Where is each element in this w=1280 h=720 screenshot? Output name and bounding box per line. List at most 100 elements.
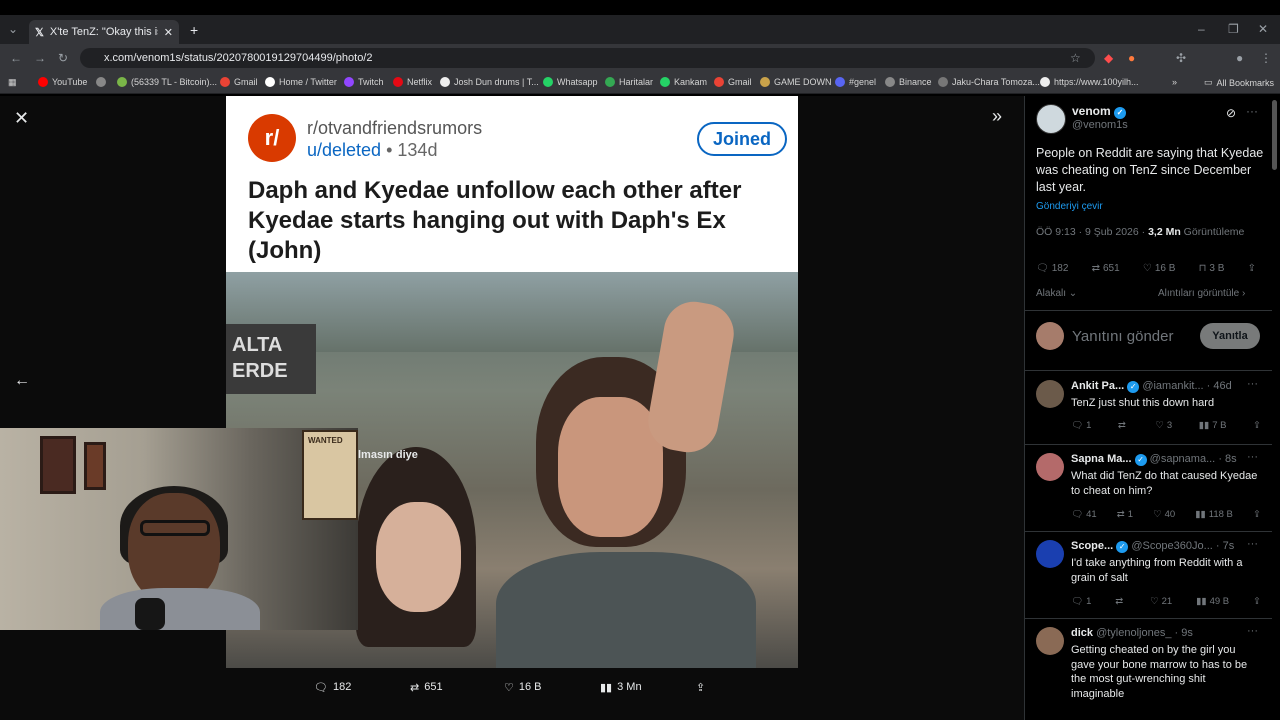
media-reply-button[interactable]: 🗨 182 — [314, 681, 351, 694]
reply-button[interactable]: 🗨 182 — [1036, 263, 1068, 274]
reply-views[interactable]: ▮▮ 7 B — [1199, 420, 1227, 431]
close-window-icon[interactable]: ✕ — [1258, 22, 1268, 36]
reply-avatar[interactable] — [1036, 627, 1064, 655]
reply-item[interactable]: Scope... ✓ @Scope360Jo... · 7s ··· I'd t… — [1036, 538, 1261, 612]
reply-submit-button[interactable]: Yanıtla — [1200, 323, 1260, 349]
extensions-icon[interactable]: ✣ — [1176, 51, 1186, 65]
reload-icon[interactable]: ↻ — [58, 51, 68, 65]
reply-reply-button[interactable]: 🗨 41 — [1071, 509, 1097, 520]
bookmark-globe[interactable] — [96, 77, 106, 87]
extension-icon[interactable]: ◆ — [1104, 51, 1113, 65]
panel-scrollbar[interactable] — [1272, 100, 1277, 170]
reply-handle: @iamankit... — [1142, 380, 1204, 392]
browser-tab[interactable]: 𝕏 X'te TenZ: "Okay this is genuine ✕ — [29, 20, 179, 44]
my-avatar — [1036, 322, 1064, 350]
reply-share-button[interactable]: ⇪ — [1253, 596, 1261, 607]
maximize-icon[interactable]: ❐ — [1228, 22, 1239, 36]
reply-avatar[interactable] — [1036, 453, 1064, 481]
bookmark-youtube[interactable]: YouTube — [38, 77, 87, 87]
back-icon[interactable]: ← — [10, 51, 22, 65]
reply-share-button[interactable]: ⇪ — [1253, 509, 1261, 520]
close-tab-icon[interactable]: ✕ — [164, 26, 173, 39]
author-name: venom — [1072, 104, 1111, 118]
bookmark-josh-dun[interactable]: Josh Dun drums | T... — [440, 77, 539, 87]
like-button[interactable]: ♡ 16 B — [1143, 263, 1176, 274]
bookmark-100yil[interactable]: https://www.100yilh... — [1040, 77, 1139, 87]
repost-button[interactable]: ⇄ 651 — [1092, 263, 1120, 274]
reply-handle: @tylenoljones_ — [1096, 627, 1172, 639]
url-bar[interactable]: x.com/venom1s/status/2020780019129704499… — [80, 48, 1095, 68]
reply-more-icon[interactable]: ··· — [1247, 538, 1258, 550]
post-text: People on Reddit are saying that Kyedae … — [1036, 146, 1264, 194]
bookmark-star-icon[interactable]: ☆ — [1070, 51, 1081, 65]
bookmark-binance[interactable]: Binance — [885, 77, 932, 87]
bookmark-game-down[interactable]: GAME DOWN — [760, 77, 832, 87]
close-media-icon[interactable]: ✕ — [14, 108, 29, 129]
reply-author: Scope... — [1071, 540, 1114, 552]
reply-like-button[interactable]: ♡ 21 — [1150, 596, 1172, 607]
reply-author: dick — [1071, 627, 1094, 639]
bookmark-genel[interactable]: #genel — [835, 77, 876, 87]
profile-avatar-icon[interactable]: ● — [1236, 51, 1243, 65]
reply-avatar[interactable] — [1036, 540, 1064, 568]
bookmark-gmail[interactable]: Gmail — [220, 77, 258, 87]
grok-icon[interactable]: ⊘ — [1226, 106, 1236, 120]
bookmark-bitcoin[interactable]: (56339 TL - Bitcoin)... — [117, 77, 217, 87]
extension-icon-2[interactable]: ● — [1128, 51, 1135, 65]
bookmark-jaku-chara[interactable]: Jaku-Chara Tomoza... — [938, 77, 1040, 87]
bookmark-haritalar[interactable]: Haritalar — [605, 77, 653, 87]
reply-text: I'd take anything from Reddit with a gra… — [1071, 557, 1243, 584]
bookmark-button[interactable]: ⊓ 3 B — [1199, 263, 1225, 274]
view-quotes-link[interactable]: Alıntıları görüntüle › — [1158, 288, 1245, 299]
reply-item[interactable]: dick @tylenoljones_ · 9s ··· Getting che… — [1036, 625, 1260, 707]
reply-repost-button[interactable]: ⇄ — [1115, 596, 1126, 607]
share-button[interactable]: ⇪ — [1248, 263, 1256, 274]
media-like-button[interactable]: ♡ 16 B — [504, 681, 542, 694]
bookmark-twitch[interactable]: Twitch — [344, 77, 384, 87]
translate-post-link[interactable]: Gönderiyi çevir — [1036, 201, 1103, 212]
browser-menu-icon[interactable]: ⋮ — [1260, 51, 1272, 65]
bookmark-whatsapp[interactable]: Whatsapp — [543, 77, 598, 87]
media-repost-button[interactable]: ⇄ 651 — [410, 681, 443, 694]
expand-panel-icon[interactable]: » — [992, 106, 1002, 127]
reply-time: · 7s — [1215, 540, 1235, 552]
reply-avatar[interactable] — [1036, 380, 1064, 408]
minimize-icon[interactable]: – — [1198, 22, 1205, 36]
previous-media-icon[interactable]: ← — [14, 372, 30, 390]
sort-relevant-dropdown[interactable]: Alakalı ⌄ — [1036, 288, 1077, 299]
reply-more-icon[interactable]: ··· — [1247, 625, 1258, 637]
all-bookmarks[interactable]: ▭ All Bookmarks — [1204, 77, 1274, 88]
reply-share-button[interactable]: ⇪ — [1253, 420, 1261, 431]
reddit-age: 134d — [397, 140, 438, 160]
bookmarks-overflow-icon[interactable]: » — [1172, 77, 1177, 87]
reply-item[interactable]: Sapna Ma... ✓ @sapnama... · 8s ··· What … — [1036, 451, 1261, 525]
reply-reply-button[interactable]: 🗨 1 — [1071, 596, 1091, 607]
bookmark-gmail-2[interactable]: Gmail — [714, 77, 752, 87]
reply-like-button[interactable]: ♡ 40 — [1153, 509, 1175, 520]
reply-more-icon[interactable]: ··· — [1247, 378, 1258, 390]
streamer-webcam: WANTED — [0, 428, 358, 630]
bookmark-kankam[interactable]: Kankam — [660, 77, 707, 87]
reply-reply-button[interactable]: 🗨 1 — [1071, 420, 1091, 431]
reply-more-icon[interactable]: ··· — [1247, 451, 1258, 463]
bookmark-twitter[interactable]: Home / Twitter — [265, 77, 337, 87]
post-author[interactable]: venom ✓ @venom1s — [1036, 104, 1128, 134]
reply-time: · 46d — [1206, 380, 1232, 392]
reply-input[interactable]: Yanıtını gönder — [1072, 328, 1192, 345]
tab-list-icon[interactable]: ⌄ — [8, 22, 18, 36]
media-views-button[interactable]: ▮▮ 3 Mn — [600, 681, 642, 694]
share-icon: ⇪ — [1247, 263, 1256, 274]
new-tab-button[interactable]: + — [190, 22, 198, 38]
reply-like-button[interactable]: ♡ 3 — [1155, 420, 1172, 431]
media-share-button[interactable]: ⇪ — [696, 681, 705, 694]
bookmark-netflix[interactable]: Netflix — [393, 77, 432, 87]
reply-views[interactable]: ▮▮ 49 B — [1196, 596, 1229, 607]
author-avatar[interactable] — [1036, 104, 1066, 134]
reply-views[interactable]: ▮▮ 118 B — [1195, 509, 1233, 520]
apps-icon[interactable]: ▦ — [8, 77, 17, 88]
reply-repost-button[interactable]: ⇄ — [1118, 420, 1129, 431]
reply-item[interactable]: Ankit Pa... ✓ @iamankit... · 46d ··· Ten… — [1036, 378, 1261, 442]
reply-repost-button[interactable]: ⇄ 1 — [1117, 509, 1133, 520]
forward-icon[interactable]: → — [34, 51, 46, 65]
post-more-icon[interactable]: ··· — [1246, 104, 1258, 118]
